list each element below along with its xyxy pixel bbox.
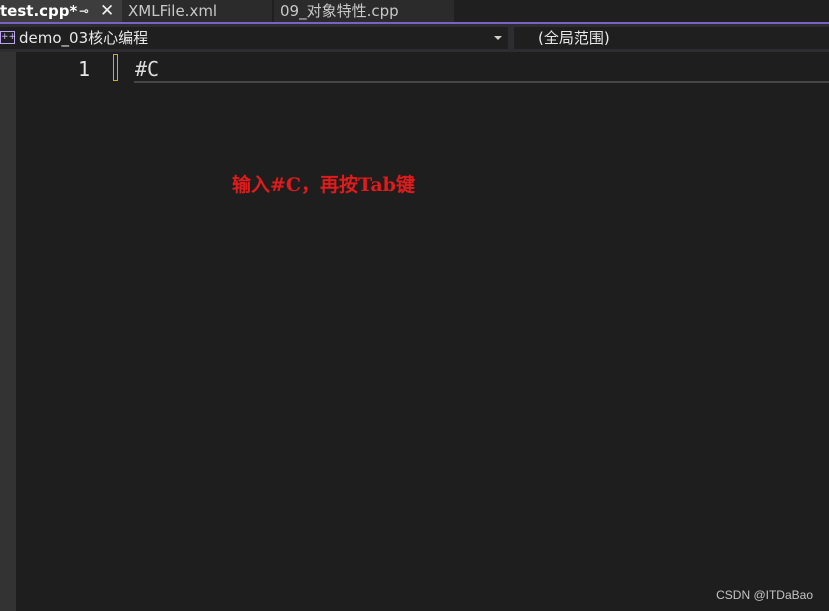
instruction-annotation: 输入#C，再按Tab键: [232, 174, 415, 196]
scope-label: (全局范围): [538, 29, 610, 47]
close-icon[interactable]: ✕: [100, 0, 114, 22]
code-line-text[interactable]: #C: [135, 56, 159, 82]
chevron-down-icon[interactable]: [494, 36, 502, 40]
watermark: CSDN @ITDaBao: [716, 588, 813, 602]
document-tab-strip: test.cpp* ⊸ ✕ XMLFile.xml 09_对象特性.cpp: [0, 0, 829, 24]
editor-left-margin: [0, 52, 16, 611]
unsaved-change-marker: [113, 54, 118, 81]
cpp-project-icon: ++: [0, 31, 17, 44]
navigation-bar: ++ demo_03核心编程 (全局范围): [0, 24, 829, 52]
project-dropdown[interactable]: ++ demo_03核心编程: [0, 27, 508, 49]
scope-dropdown[interactable]: (全局范围): [514, 27, 829, 49]
code-editor[interactable]: 1 #C 输入#C，再按Tab键: [16, 52, 829, 611]
current-line-highlight: [134, 54, 829, 83]
project-label: demo_03核心编程: [19, 29, 149, 47]
tab-label: XMLFile.xml: [128, 2, 218, 20]
tab-label: test.cpp*: [0, 2, 78, 20]
tab-xmlfile-xml[interactable]: XMLFile.xml: [122, 0, 272, 22]
tab-09-object-properties-cpp[interactable]: 09_对象特性.cpp: [274, 0, 454, 22]
pin-icon[interactable]: ⊸: [78, 0, 90, 22]
tab-test-cpp[interactable]: test.cpp* ⊸ ✕: [0, 0, 122, 22]
tab-label: 09_对象特性.cpp: [280, 2, 399, 20]
line-number: 1: [77, 57, 90, 81]
